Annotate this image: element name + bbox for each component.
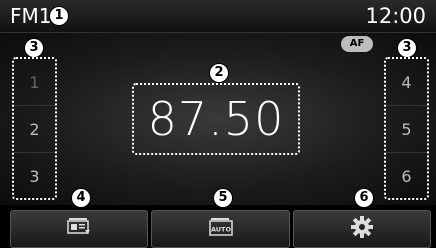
af-button[interactable]: AF: [341, 36, 373, 52]
callout-3-right: 3: [398, 39, 416, 57]
clock: 12:00: [365, 4, 426, 28]
bottom-bar: AUTO: [0, 206, 436, 248]
frequency-display: 87.50: [132, 83, 300, 155]
band-label: FM1: [10, 4, 52, 28]
auto-store-button[interactable]: AUTO: [151, 210, 290, 248]
preset-1[interactable]: 1: [14, 59, 55, 106]
frequency-value: 87.50: [147, 92, 285, 146]
callout-4: 4: [72, 189, 90, 207]
settings-button[interactable]: [293, 210, 431, 248]
preset-4[interactable]: 4: [386, 59, 427, 106]
preset-save-icon: [67, 217, 91, 241]
auto-icon-label: AUTO: [210, 226, 231, 234]
gear-icon: [350, 215, 374, 243]
radio-screen: FM1 12:00 1 AF 3 1 2 3 3 4 5 6 2 87.50 A…: [0, 0, 436, 248]
preset-3[interactable]: 3: [14, 153, 55, 199]
preset-5[interactable]: 5: [386, 106, 427, 153]
callout-1: 1: [50, 7, 68, 25]
preset-2[interactable]: 2: [14, 106, 55, 153]
callout-6: 6: [355, 189, 373, 207]
preset-list-left: 1 2 3: [12, 57, 57, 200]
callout-5: 5: [214, 189, 232, 207]
preset-6[interactable]: 6: [386, 153, 427, 199]
callout-2: 2: [210, 64, 228, 82]
preset-save-button[interactable]: [10, 210, 148, 248]
callout-3-left: 3: [25, 39, 43, 57]
preset-list-right: 4 5 6: [384, 57, 429, 200]
auto-store-icon: AUTO: [208, 217, 233, 241]
